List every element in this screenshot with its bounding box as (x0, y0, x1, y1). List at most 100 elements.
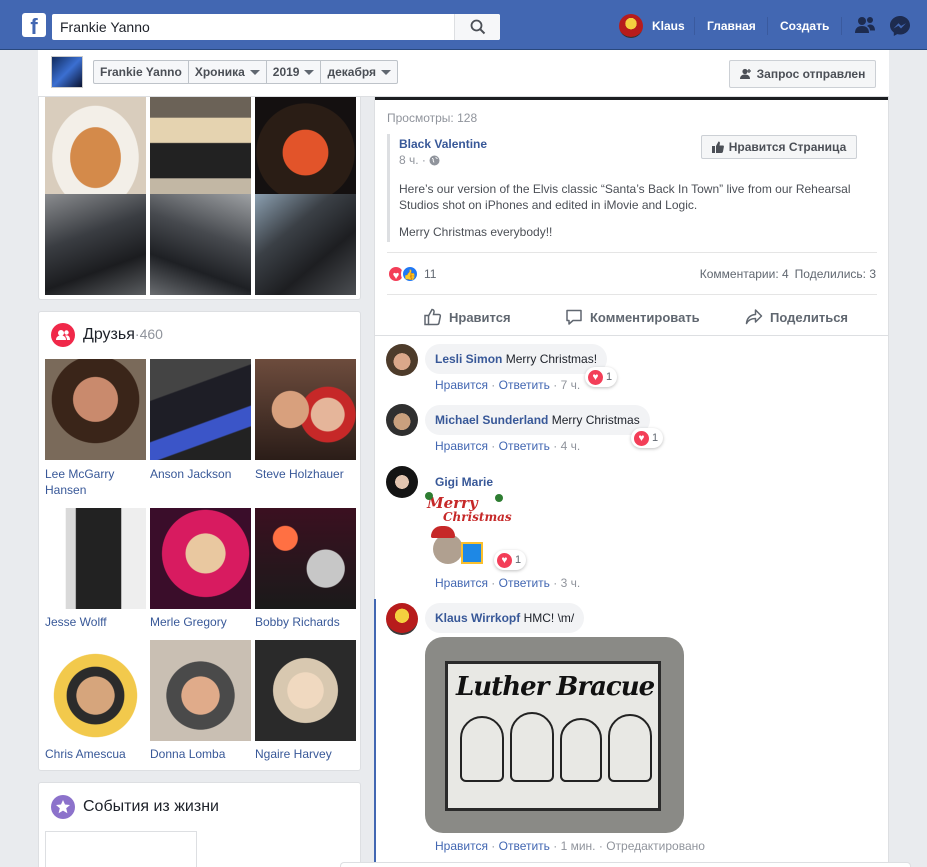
friend-photo[interactable] (150, 508, 251, 609)
avatar[interactable] (386, 404, 418, 436)
life-event-thumbnail[interactable] (45, 831, 197, 867)
share-button[interactable]: Поделиться (745, 302, 848, 332)
photo-thumbnail[interactable] (150, 97, 251, 198)
breadcrumb-label: декабря (327, 65, 377, 79)
photo-thumbnail[interactable] (255, 97, 356, 198)
comment-like-link[interactable]: Нравится (435, 378, 488, 392)
life-events-title[interactable]: События из жизни (83, 798, 219, 816)
messenger-icon[interactable] (889, 15, 911, 37)
divider (694, 17, 695, 35)
comment-like-link[interactable]: Нравится (435, 576, 488, 590)
love-reaction-icon: ♥ (634, 430, 649, 446)
commenter-name[interactable]: Michael Sunderland (435, 413, 548, 427)
profile-thumbnail[interactable] (51, 56, 83, 88)
face-drawing (460, 716, 504, 782)
comment-reply-link[interactable]: Ответить (499, 378, 550, 392)
reactions-summary[interactable]: ♥ 👍 11 (387, 265, 436, 283)
breadcrumb-month[interactable]: декабря (321, 61, 397, 83)
breadcrumb-label: 2019 (272, 65, 300, 79)
home-link[interactable]: Главная (707, 19, 756, 33)
avatar[interactable] (386, 603, 418, 635)
post-text-greeting: Merry Christmas everybody!! (399, 225, 553, 239)
friend-name[interactable]: Merle Gregory (150, 614, 251, 630)
holly-icon (495, 494, 503, 502)
photo-thumbnail[interactable] (150, 194, 251, 295)
comment-time[interactable]: 4 ч. (561, 439, 581, 453)
comment-reactions[interactable]: ♥ 1 (585, 367, 618, 387)
photo-thumbnail[interactable] (45, 97, 146, 198)
edited-label[interactable]: Отредактировано (606, 839, 705, 853)
comment-bubble: Lesli Simon Merry Christmas! (425, 344, 608, 374)
create-link[interactable]: Создать (780, 19, 829, 33)
avatar[interactable] (386, 344, 418, 376)
friend-photo[interactable] (45, 640, 146, 741)
breadcrumb-timeline[interactable]: Хроника (189, 61, 267, 83)
comment-reply-link[interactable]: Ответить (499, 839, 550, 853)
divider (767, 17, 768, 35)
comment-time[interactable]: 1 мин. (561, 839, 596, 853)
post-meta: 8 ч. · (399, 153, 440, 167)
commenter-name[interactable]: Klaus Wirrkopf (435, 611, 520, 625)
friend-photo[interactable] (45, 359, 146, 460)
comment-time[interactable]: 3 ч. (561, 576, 581, 590)
friend-name[interactable]: Anson Jackson (150, 466, 251, 482)
comment-image[interactable]: Luther Bracue (425, 637, 684, 833)
comment-button[interactable]: Комментировать (565, 302, 700, 332)
friends-count: 460 (139, 326, 163, 342)
comment-reply-link[interactable]: Ответить (499, 439, 550, 453)
friend-requests-icon[interactable] (854, 15, 876, 35)
chat-dock[interactable] (340, 862, 911, 867)
page-name[interactable]: Black Valentine (399, 137, 487, 151)
friend-name[interactable]: Steve Holzhauer (255, 466, 356, 482)
friend-photo[interactable] (45, 508, 146, 609)
comment-like-link[interactable]: Нравится (435, 439, 488, 453)
profile-link[interactable]: Klaus (619, 14, 685, 38)
like-page-button[interactable]: Нравится Страница (701, 135, 857, 159)
thumbs-up-icon (711, 141, 724, 153)
divider (387, 252, 877, 253)
friend-photo[interactable] (255, 359, 356, 460)
friend-name[interactable]: Donna Lomba (150, 746, 251, 762)
facebook-logo[interactable]: f (22, 13, 46, 37)
friend-photo[interactable] (255, 508, 356, 609)
comment-reactions[interactable]: ♥ 1 (631, 428, 664, 448)
friend-photo[interactable] (150, 640, 251, 741)
photo-thumbnail[interactable] (255, 194, 356, 295)
friend-name[interactable]: Chris Amescua (45, 746, 146, 762)
like-reaction-icon: 👍 (401, 265, 419, 283)
avatar (619, 14, 643, 38)
timeline-header-bar: Frankie Yanno Хроника 2019 декабря Запро… (38, 50, 889, 97)
comment-bubble: Klaus Wirrkopf HMC! \m/ (425, 603, 585, 633)
shares-count-link[interactable]: Поделились: 3 (795, 267, 876, 281)
friend-request-sent-button[interactable]: Запрос отправлен (729, 60, 876, 88)
breadcrumb-year[interactable]: 2019 (267, 61, 322, 83)
friend-name[interactable]: Bobby Richards (255, 614, 356, 630)
like-button[interactable]: Нравится (424, 302, 511, 332)
friend-name[interactable]: Ngaire Harvey (255, 746, 356, 762)
friend-name[interactable]: Jesse Wolff (45, 614, 146, 630)
search-button[interactable] (454, 14, 500, 40)
button-label: Нравится (449, 309, 511, 325)
post-text: Here’s our version of the Elvis classic … (399, 182, 851, 212)
post-time[interactable]: 8 ч. · (399, 153, 426, 167)
comment-like-link[interactable]: Нравится (435, 839, 488, 853)
avatar[interactable] (386, 466, 418, 498)
comments-count-link[interactable]: Комментарии: 4 (700, 267, 789, 281)
commenter-name[interactable]: Gigi Marie (435, 475, 493, 489)
chevron-down-icon (304, 69, 315, 75)
friend-name[interactable]: Lee McGarry Hansen (45, 466, 146, 498)
star-icon (51, 795, 75, 819)
photo-thumbnail[interactable] (45, 194, 146, 295)
comment-time[interactable]: 7 ч. (561, 378, 581, 392)
friend-photo[interactable] (150, 359, 251, 460)
friend-photo[interactable] (255, 640, 356, 741)
divider (387, 294, 877, 295)
breadcrumb-profile[interactable]: Frankie Yanno (94, 61, 189, 83)
comment-actions: Нравится · Ответить · 7 ч. (435, 378, 581, 392)
search-input[interactable] (52, 14, 452, 40)
comment-reply-link[interactable]: Ответить (499, 576, 550, 590)
commenter-name[interactable]: Lesli Simon (435, 352, 502, 366)
comment-reactions[interactable]: ♥ 1 (494, 550, 527, 570)
reactions-count: 11 (424, 267, 437, 281)
friends-title[interactable]: Друзья (83, 326, 135, 343)
